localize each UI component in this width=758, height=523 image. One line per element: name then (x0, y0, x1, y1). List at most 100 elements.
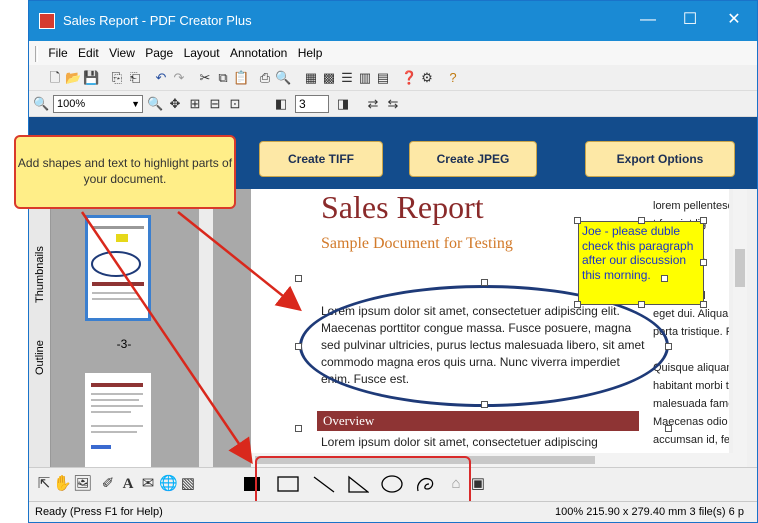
right-line: lorem pellentesq (653, 200, 729, 212)
zoom-out-icon[interactable]: 🔍 (33, 96, 49, 112)
document-page[interactable]: Sales Report Sample Document for Testing… (251, 189, 729, 455)
page-number-input[interactable]: 3 (295, 95, 329, 113)
right-line: eget dui. Aliquan (653, 308, 729, 320)
note-handle[interactable] (661, 275, 668, 282)
minimize-button[interactable]: — (633, 9, 663, 31)
right-line: malesuada fames (653, 398, 729, 410)
menu-page[interactable]: Page (145, 41, 173, 65)
report-title: Sales Report (321, 189, 484, 225)
open-icon[interactable]: 📂 (65, 70, 81, 86)
thumbnail-preview (91, 226, 144, 300)
properties-icon[interactable]: ▣ (469, 475, 487, 493)
title-bar: Sales Report - PDF Creator Plus — ☐ ✕ (29, 1, 757, 41)
callout-box: Add shapes and text to highlight parts o… (14, 135, 236, 209)
fit-height-icon[interactable]: ⊡ (227, 96, 243, 112)
note-handle[interactable] (574, 217, 581, 224)
fit-width-icon[interactable]: ⊟ (207, 96, 223, 112)
new-icon[interactable]: 🗋 (47, 70, 63, 86)
scroll-thumb[interactable] (735, 249, 745, 287)
zoom-toolbar: 🔍 100% ▼ 🔍 ✥ ⊞ ⊟ ⊡ ◧ 3 ◨ ⇄ ⇆ (29, 91, 757, 117)
next-page-icon[interactable]: ◨ (335, 96, 351, 112)
paste-page-icon[interactable]: ⎗ (127, 70, 143, 86)
undo-icon[interactable]: ↶ (153, 70, 169, 86)
redo-icon[interactable]: ↷ (171, 70, 187, 86)
stamp-icon[interactable]: ✉ (139, 475, 157, 493)
eraser-icon[interactable]: ✐ (99, 475, 117, 493)
menu-layout[interactable]: Layout (184, 41, 220, 65)
create-jpeg-button[interactable]: Create JPEG (409, 141, 537, 177)
selection-handle[interactable] (481, 401, 488, 408)
note-handle[interactable] (700, 259, 707, 266)
tab-outline[interactable]: Outline (31, 329, 49, 387)
thumbnail-area: -3- (51, 189, 251, 467)
picture-icon[interactable]: ▧ (179, 475, 197, 493)
create-tiff-button[interactable]: Create TIFF (259, 141, 383, 177)
hand-icon[interactable]: ✋ (53, 475, 72, 493)
copy-icon[interactable]: ⧉ (215, 70, 231, 86)
selection-handle[interactable] (295, 275, 302, 282)
print-icon[interactable]: ⎙ (257, 70, 273, 86)
zoom-in-icon[interactable]: 🔍 (147, 96, 163, 112)
paste-icon[interactable]: 📋 (233, 70, 249, 86)
body-paragraph-2: Lorem ipsum dolor sit amet, consectetuer… (321, 435, 598, 449)
globe-icon[interactable]: 🌐 (159, 475, 178, 493)
thumbnail-scrollbar[interactable] (199, 189, 213, 467)
tab-outline-label: Outline (34, 340, 46, 376)
note-handle[interactable] (574, 301, 581, 308)
zoom-value: 100% (57, 98, 86, 110)
selection-handle[interactable] (665, 343, 672, 350)
move-page-icon[interactable]: ⇆ (385, 96, 401, 112)
note-handle[interactable] (700, 301, 707, 308)
grid2-icon[interactable]: ▩ (321, 70, 337, 86)
selection-handle[interactable] (295, 425, 302, 432)
tab-thumbnails[interactable]: Thumbnails (31, 229, 49, 321)
note-handle[interactable] (700, 217, 707, 224)
menu-bar: File Edit View Page Layout Annotation He… (29, 41, 757, 65)
selection-handle[interactable] (295, 343, 302, 350)
export-options-button[interactable]: Export Options (585, 141, 735, 177)
page-thumbnail-4[interactable] (85, 373, 151, 467)
save-icon[interactable]: 💾 (83, 70, 99, 86)
print-preview-icon[interactable]: 🔍 (275, 70, 291, 86)
zoom-select[interactable]: 100% ▼ (53, 95, 143, 113)
vertical-scrollbar[interactable] (733, 189, 747, 455)
page-thumbnail-3[interactable] (85, 215, 151, 321)
menu-view[interactable]: View (109, 41, 135, 65)
menu-edit[interactable]: Edit (78, 41, 99, 65)
selection-handle[interactable] (665, 425, 672, 432)
help-icon[interactable]: ❓ (401, 70, 417, 86)
insert-page-icon[interactable]: ⇄ (365, 96, 381, 112)
report-subtitle: Sample Document for Testing (321, 235, 513, 252)
grid-icon[interactable]: ▦ (303, 70, 319, 86)
thumbnail-preview-4 (91, 383, 143, 449)
overview-heading: Overview (317, 411, 639, 431)
select-arrow-icon[interactable]: ⇱ (35, 475, 53, 493)
menu-grip (35, 45, 38, 62)
selection-handle[interactable] (481, 279, 488, 286)
text-icon[interactable]: A (119, 475, 137, 493)
cut-icon[interactable]: ✂ (197, 70, 213, 86)
image-icon[interactable]: 🖼 (73, 475, 92, 493)
menu-file[interactable]: File (48, 41, 67, 65)
sticky-note[interactable]: Joe - please duble check this paragraph … (578, 221, 704, 305)
note-handle[interactable] (638, 301, 645, 308)
menu-annotation[interactable]: Annotation (230, 41, 287, 65)
list-icon[interactable]: ☰ (339, 70, 355, 86)
right-line: habitant morbi t (653, 380, 729, 392)
window-title: Sales Report - PDF Creator Plus (63, 13, 252, 28)
fit-page-icon[interactable]: ⊞ (187, 96, 203, 112)
tab-thumbnails-label: Thumbnails (34, 246, 46, 304)
prev-page-icon[interactable]: ◧ (273, 96, 289, 112)
right-line: accumsan id, feli (653, 434, 729, 446)
close-button[interactable]: ✕ (719, 9, 749, 31)
settings-icon[interactable]: ⚙ (419, 70, 435, 86)
layout-icon[interactable]: ▤ (375, 70, 391, 86)
note-handle[interactable] (638, 217, 645, 224)
maximize-button[interactable]: ☐ (675, 9, 705, 31)
about-icon[interactable]: ? (445, 70, 461, 86)
pan-icon[interactable]: ✥ (167, 96, 183, 112)
columns-icon[interactable]: ▥ (357, 70, 373, 86)
page-label: -3- (116, 337, 132, 351)
menu-help[interactable]: Help (298, 41, 323, 65)
copy-page-icon[interactable]: ⎘ (109, 70, 125, 86)
